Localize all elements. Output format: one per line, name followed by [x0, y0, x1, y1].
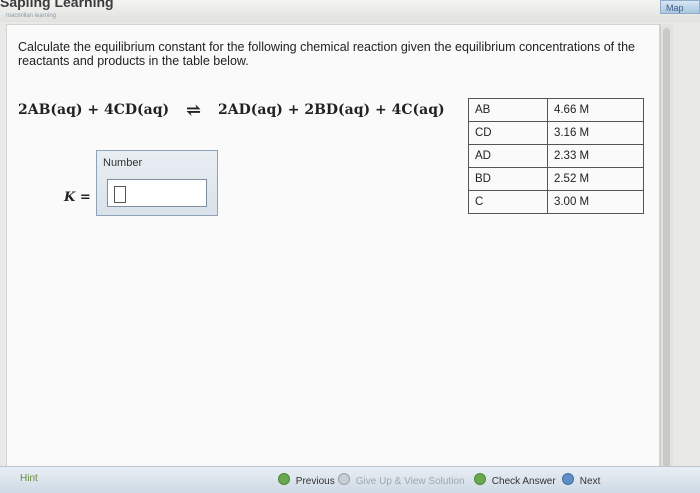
check-answer-label: Check Answer	[491, 476, 556, 487]
give-up-icon	[338, 473, 350, 485]
k-label: K =	[64, 190, 91, 205]
hint-label: Hint	[20, 473, 38, 484]
question-text: Calculate the equilibrium constant for t…	[18, 40, 636, 68]
concentration-cell: 3.16 M	[546, 121, 645, 145]
equilibrium-arrow-icon: ⇌	[186, 100, 202, 121]
brand-logo: Sapling Learning	[0, 0, 114, 10]
footer-toolbar: Hint Previous Give Up & View Solution Ch…	[0, 466, 700, 493]
next-label: Next	[579, 476, 601, 487]
hint-button[interactable]: Hint	[20, 473, 38, 484]
species-cell: AB	[468, 98, 548, 122]
table-row: CD 3.16 M	[468, 121, 645, 145]
species-cell: CD	[468, 121, 548, 145]
concentration-table: AB 4.66 M CD 3.16 M AD 2.33 M BD 2.52 M …	[468, 98, 645, 214]
k-answer-input[interactable]	[107, 179, 207, 207]
vertical-scrollbar[interactable]: ▼	[660, 24, 673, 480]
text-cursor	[114, 186, 126, 203]
give-up-label: Give Up & View Solution	[355, 476, 465, 487]
next-button[interactable]: Next	[562, 473, 600, 487]
app-header: Sapling Learning macmillan learning Map	[0, 0, 700, 22]
previous-label: Previous	[295, 476, 335, 487]
check-icon	[474, 473, 486, 485]
equation-reactants: 2AB(aq) + 4CD(aq)	[18, 102, 170, 118]
brand-subtitle: macmillan learning	[6, 13, 57, 19]
number-label: Number	[103, 157, 143, 169]
number-answer-box: Number	[96, 150, 218, 216]
species-cell: AD	[468, 144, 548, 168]
table-row: AD 2.33 M	[468, 144, 645, 168]
concentration-cell: 2.33 M	[546, 144, 645, 168]
table-row: BD 2.52 M	[468, 167, 645, 191]
map-button[interactable]: Map	[660, 0, 700, 14]
species-cell: BD	[468, 167, 548, 191]
species-cell: C	[468, 190, 548, 214]
chemical-equation: 2AB(aq) + 4CD(aq) ⇌ 2AD(aq) + 2BD(aq) + …	[18, 100, 445, 121]
concentration-cell: 3.00 M	[546, 190, 645, 214]
table-row: C 3.00 M	[468, 190, 645, 214]
concentration-cell: 4.66 M	[546, 98, 645, 122]
question-panel	[6, 24, 660, 482]
table-row: AB 4.66 M	[468, 98, 645, 122]
previous-button[interactable]: Previous	[278, 473, 335, 487]
equation-products: 2AD(aq) + 2BD(aq) + 4C(aq)	[218, 102, 445, 118]
previous-icon	[278, 473, 290, 485]
scrollbar-thumb[interactable]	[663, 28, 670, 468]
give-up-button[interactable]: Give Up & View Solution	[338, 473, 465, 487]
concentration-cell: 2.52 M	[546, 167, 645, 191]
check-answer-button[interactable]: Check Answer	[474, 473, 556, 487]
next-icon	[562, 473, 574, 485]
